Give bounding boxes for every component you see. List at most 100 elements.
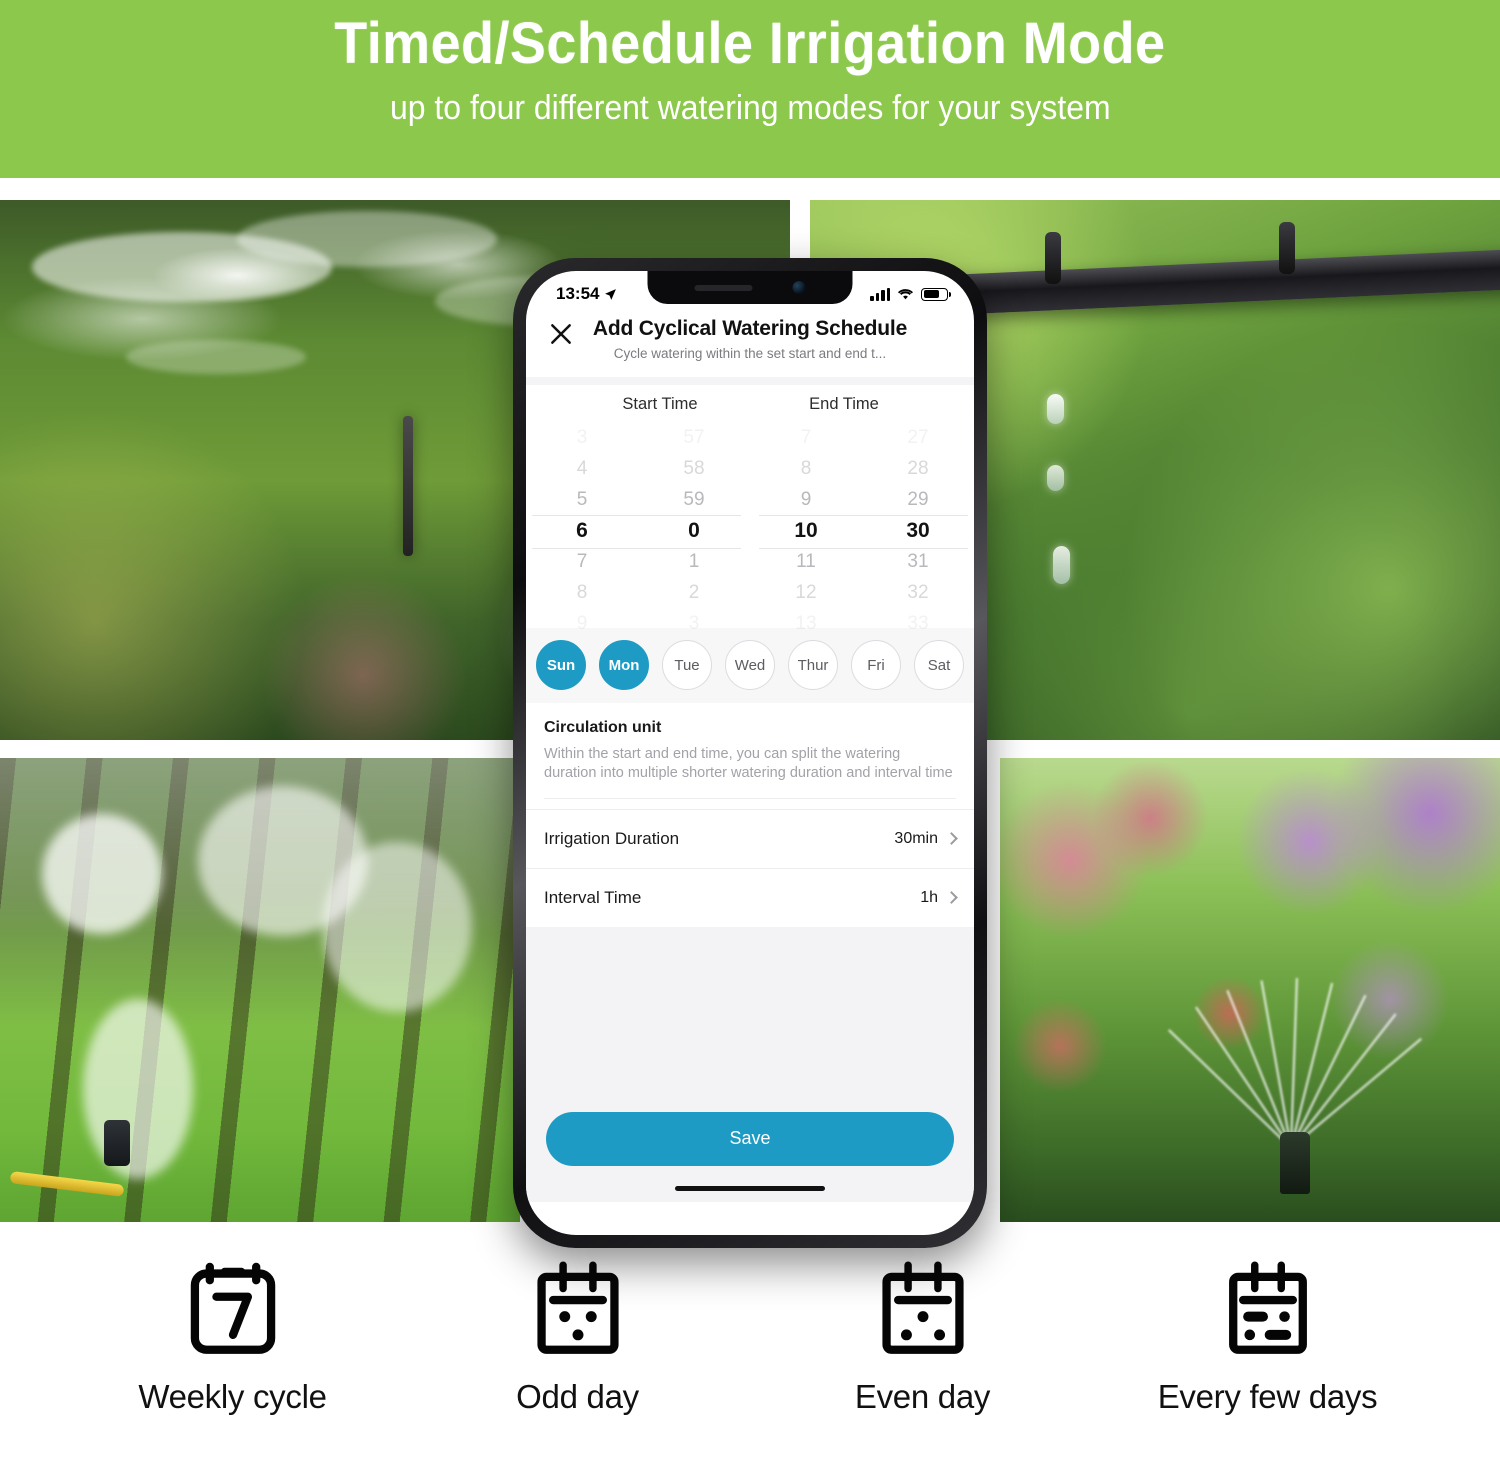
product-infographic: Timed/Schedule Irrigation Mode up to fou… [0, 0, 1500, 1469]
weekday-label: Tue [674, 656, 700, 674]
wheel-item: 2 [688, 582, 700, 603]
mode-label: Weekly cycle [138, 1378, 327, 1415]
row-label: Irrigation Duration [544, 828, 680, 848]
wheel-item: 27 [907, 427, 929, 448]
wheel-item: 31 [907, 551, 929, 572]
save-area: Save [526, 1111, 974, 1176]
location-arrow-icon [605, 288, 617, 300]
weekday-label: Sun [546, 656, 576, 674]
chevron-right-icon [945, 891, 958, 904]
chevron-right-icon [945, 832, 958, 845]
wheel-item: 58 [683, 458, 705, 479]
weekday-label: Sat [927, 656, 951, 674]
phone-screen: 13:54 Add Cyclical Watering Schedule Cyc… [526, 271, 974, 1235]
photo-park-sprinklers [0, 758, 520, 1222]
battery-icon [921, 287, 952, 301]
mode-every-few-days: Every few days [1103, 1250, 1433, 1416]
photo-flowerbed-sprinkler [1000, 758, 1500, 1222]
end-minute-wheel[interactable]: 27 28 29 30 31 32 33 [862, 422, 974, 634]
close-icon[interactable] [548, 321, 574, 347]
row-value: 1h [920, 888, 938, 906]
wheel-item-selected: 0 [688, 519, 700, 542]
time-picker-headers: Start Time End Time [526, 395, 974, 414]
mode-odd-day: Odd day [413, 1250, 743, 1416]
weekday-chip-sun[interactable]: Sun [536, 640, 586, 690]
content-filler [526, 926, 974, 1112]
mode-label: Odd day [516, 1378, 639, 1415]
row-value-group: 1h [920, 888, 958, 907]
wheel-item: 3 [688, 613, 700, 634]
end-hour-wheel[interactable]: 7 8 9 10 11 12 13 [750, 422, 862, 634]
phone-mockup: 13:54 Add Cyclical Watering Schedule Cyc… [513, 258, 987, 1248]
weekday-chip-thur[interactable]: Thur [788, 640, 838, 690]
wheel-item-selected: 30 [906, 519, 930, 542]
wheel-item: 3 [576, 427, 588, 448]
app-header: Add Cyclical Watering Schedule Cycle wat… [526, 311, 974, 377]
wheel-item: 5 [576, 489, 588, 510]
weekday-chip-sat[interactable]: Sat [914, 640, 964, 690]
wheel-item-selected: 10 [794, 519, 818, 542]
time-picker: Start Time End Time 3 4 5 6 7 8 9 57 58 … [526, 385, 974, 634]
mode-label: Even day [854, 1378, 991, 1415]
wheel-item: 4 [576, 458, 588, 479]
hero-title: Timed/Schedule Irrigation Mode [334, 11, 1166, 76]
start-hour-wheel[interactable]: 3 4 5 6 7 8 9 [526, 422, 638, 634]
row-value-group: 30min [894, 829, 958, 848]
save-button[interactable]: Save [546, 1111, 954, 1166]
start-minute-wheel[interactable]: 57 58 59 0 1 2 3 [638, 422, 750, 634]
weekday-chip-fri[interactable]: Fri [851, 640, 901, 690]
wheel-item: 1 [688, 551, 700, 572]
mode-even-day: Even day [758, 1250, 1088, 1416]
weekday-selector: Sun Mon Tue Wed Thur Fri Sat [526, 628, 974, 703]
circulation-description: Within the start and end time, you can s… [544, 746, 953, 782]
start-time-group: 3 4 5 6 7 8 9 57 58 59 0 1 2 3 [526, 422, 750, 634]
weekday-label: Thur [797, 656, 829, 674]
time-picker-wheels: 3 4 5 6 7 8 9 57 58 59 0 1 2 3 7 8 9 10 … [526, 422, 974, 634]
wheel-item-selected: 6 [576, 519, 588, 542]
weekday-chip-tue[interactable]: Tue [662, 640, 712, 690]
hero-banner: Timed/Schedule Irrigation Mode up to fou… [0, 0, 1500, 178]
circulation-section: Circulation unit Within the start and en… [526, 703, 974, 809]
wheel-item: 28 [907, 458, 929, 479]
wheel-item: 8 [800, 458, 812, 479]
wheel-item: 9 [800, 489, 812, 510]
calendar-odd-day-icon [525, 1250, 631, 1370]
weekday-chip-wed[interactable]: Wed [725, 640, 775, 690]
wheel-item: 12 [795, 582, 817, 603]
calendar-every-few-days-icon [1215, 1250, 1321, 1370]
wheel-item: 7 [576, 551, 588, 572]
status-bar-left: 13:54 [556, 284, 617, 304]
status-bar: 13:54 [526, 271, 974, 311]
row-label: Interval Time [544, 887, 642, 907]
row-value: 30min [894, 829, 938, 847]
page-subtitle: Cycle watering within the set start and … [613, 346, 887, 361]
calendar-even-day-icon [870, 1250, 976, 1370]
cellular-signal-icon [870, 287, 890, 301]
end-time-group: 7 8 9 10 11 12 13 27 28 29 30 31 32 33 [750, 422, 974, 634]
mode-weekly-cycle: Weekly cycle [68, 1250, 398, 1416]
wheel-item: 57 [683, 427, 705, 448]
weekday-label: Mon [608, 656, 640, 674]
wheel-item: 32 [907, 582, 929, 603]
page-title: Add Cyclical Watering Schedule [592, 317, 908, 340]
wheel-item: 33 [907, 613, 929, 634]
end-time-label: End Time [809, 395, 879, 413]
wheel-item: 11 [796, 551, 816, 572]
wheel-item: 8 [576, 582, 588, 603]
calendar-seven-icon [180, 1250, 286, 1370]
section-divider [544, 797, 956, 799]
weekday-chip-mon[interactable]: Mon [599, 640, 649, 690]
row-irrigation-duration[interactable]: Irrigation Duration 30min [526, 808, 974, 868]
status-bar-time: 13:54 [556, 284, 600, 303]
status-bar-right [870, 287, 952, 301]
mode-label: Every few days [1157, 1378, 1378, 1415]
weekday-label: Fri [867, 656, 885, 674]
start-time-label: Start Time [622, 395, 698, 413]
wheel-item: 9 [576, 613, 588, 634]
wheel-item: 59 [683, 489, 705, 510]
mode-icon-row: Weekly cycle Odd day Even day Every few … [0, 1250, 1500, 1469]
wheel-item: 13 [795, 613, 817, 634]
wheel-item: 7 [800, 427, 812, 448]
row-interval-time[interactable]: Interval Time 1h [526, 867, 974, 927]
wheel-item: 29 [907, 489, 929, 510]
